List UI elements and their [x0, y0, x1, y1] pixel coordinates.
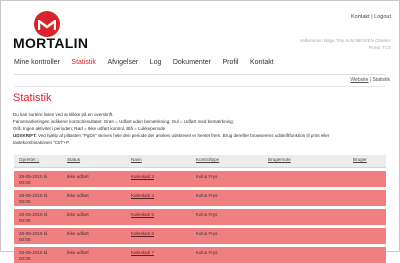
table-row[interactable]: 28-05-2015 kl. 00:05 Ikke udført Køleska… — [14, 209, 386, 225]
cell-type: Køl & Frys — [196, 212, 218, 217]
breadcrumb-separator: | — [369, 77, 372, 83]
cell-status: Ikke udført — [67, 231, 89, 236]
cell-name-link[interactable]: Køleskab 5 — [131, 212, 154, 218]
statistics-table: Oprettet ↓ Status Navn Kontroltype Bruge… — [14, 155, 386, 263]
desc-line-2: Farvemarkeringen indikerer kontrolresult… — [13, 118, 234, 124]
nav-log[interactable]: Log — [150, 56, 162, 74]
header-type[interactable]: Kontroltype — [196, 157, 219, 162]
header-status[interactable]: Status — [67, 157, 80, 162]
desc-line-3: Grå: Ingen aktivitet i perioden; Rød = I… — [13, 125, 166, 131]
nav-statistik[interactable]: Statistik — [71, 56, 96, 74]
cell-status: Ikke udført — [67, 212, 89, 217]
header-user[interactable]: Bruger — [353, 157, 367, 162]
cell-name-link[interactable]: Køleskab 6 — [131, 231, 154, 237]
table-row[interactable]: 28-05-2015 kl. 00:05 Ikke udført Køleska… — [14, 190, 386, 206]
user-company: Firma: TCS — [368, 45, 391, 50]
breadcrumb: Website | Statistik — [350, 77, 390, 83]
cell-type: Køl & Frys — [196, 250, 218, 255]
description: Du kan sortere listen ved at klikke på e… — [13, 112, 393, 147]
cell-created: 28-05-2015 kl. 00:05 — [19, 212, 49, 223]
contact-link[interactable]: Kontakt — [351, 14, 370, 20]
table-header: Oprettet ↓ Status Navn Kontroltype Bruge… — [14, 155, 386, 168]
cell-name-link[interactable]: Køleskab 3 — [131, 174, 154, 180]
top-links: Kontakt | Logout — [351, 14, 391, 20]
desc-line-5: tastekombinationen "Ctrl"+P. — [13, 139, 70, 145]
main-nav: Mine kontroller Statistik Afvigelser Log… — [14, 56, 285, 74]
cell-name-link[interactable]: Køleskab 4 — [131, 193, 154, 199]
user-info: Velkommen Mage Tiny ALM 88GIVEN Classen … — [300, 37, 391, 51]
table-row[interactable]: 28-05-2015 kl. 00:05 Ikke udført Køleska… — [14, 247, 386, 263]
subnav-divider — [14, 86, 386, 87]
cell-created: 28-05-2015 kl. 00:05 — [19, 193, 49, 204]
brand-name: MORTALIN — [13, 35, 89, 51]
cell-created: 28-05-2015 kl. 00:05 — [19, 174, 49, 185]
desc-line-4: UDSKRIFT: Ved hjælp af piltasten "PgDn" … — [13, 133, 393, 140]
cell-type: Køl & Frys — [196, 174, 218, 179]
desc-print-text: Ved hjælp af piltasten "PgDn" skrives he… — [36, 132, 330, 138]
breadcrumb-website[interactable]: Website — [350, 77, 368, 83]
nav-kontakt[interactable]: Kontakt — [250, 56, 274, 74]
header-created[interactable]: Oprettet ↓ — [19, 157, 39, 162]
cell-status: Ikke udført — [67, 193, 89, 198]
top-links-separator: | — [371, 14, 373, 20]
nav-dokumenter[interactable]: Dokumenter — [173, 56, 211, 74]
desc-print-label: UDSKRIFT: — [13, 132, 37, 138]
nav-divider — [14, 74, 386, 75]
breadcrumb-current: Statistik — [372, 77, 390, 83]
brand-logo[interactable]: MORTALIN — [13, 11, 103, 51]
cell-type: Køl & Frys — [196, 231, 218, 236]
nav-afvigelser[interactable]: Afvigelser — [107, 56, 138, 74]
logout-link[interactable]: Logout — [374, 14, 391, 20]
cell-name-link[interactable]: Køleskab 7 — [131, 250, 154, 256]
page-title: Statistik — [13, 92, 52, 104]
table-row[interactable]: 28-05-2015 kl. 00:05 Ikke udført Køleska… — [14, 171, 386, 187]
cell-type: Køl & Frys — [196, 193, 218, 198]
desc-line-1: Du kan sortere listen ved at klikke på e… — [13, 112, 114, 117]
user-welcome: Velkommen Mage Tiny ALM 88GIVEN Classen — [299, 38, 391, 43]
cell-status: Ikke udført — [67, 250, 89, 255]
nav-profil[interactable]: Profil — [223, 56, 239, 74]
header-name[interactable]: Navn — [131, 157, 142, 162]
cell-created: 28-05-2015 kl. 00:05 — [19, 231, 49, 242]
table-row[interactable]: 28-05-2015 kl. 00:05 Ikke udført Køleska… — [14, 228, 386, 244]
cell-status: Ikke udført — [67, 174, 89, 179]
header-comment[interactable]: Brugernote — [268, 157, 291, 162]
nav-mine-kontroller[interactable]: Mine kontroller — [14, 56, 60, 74]
logo-m-icon — [38, 20, 56, 30]
